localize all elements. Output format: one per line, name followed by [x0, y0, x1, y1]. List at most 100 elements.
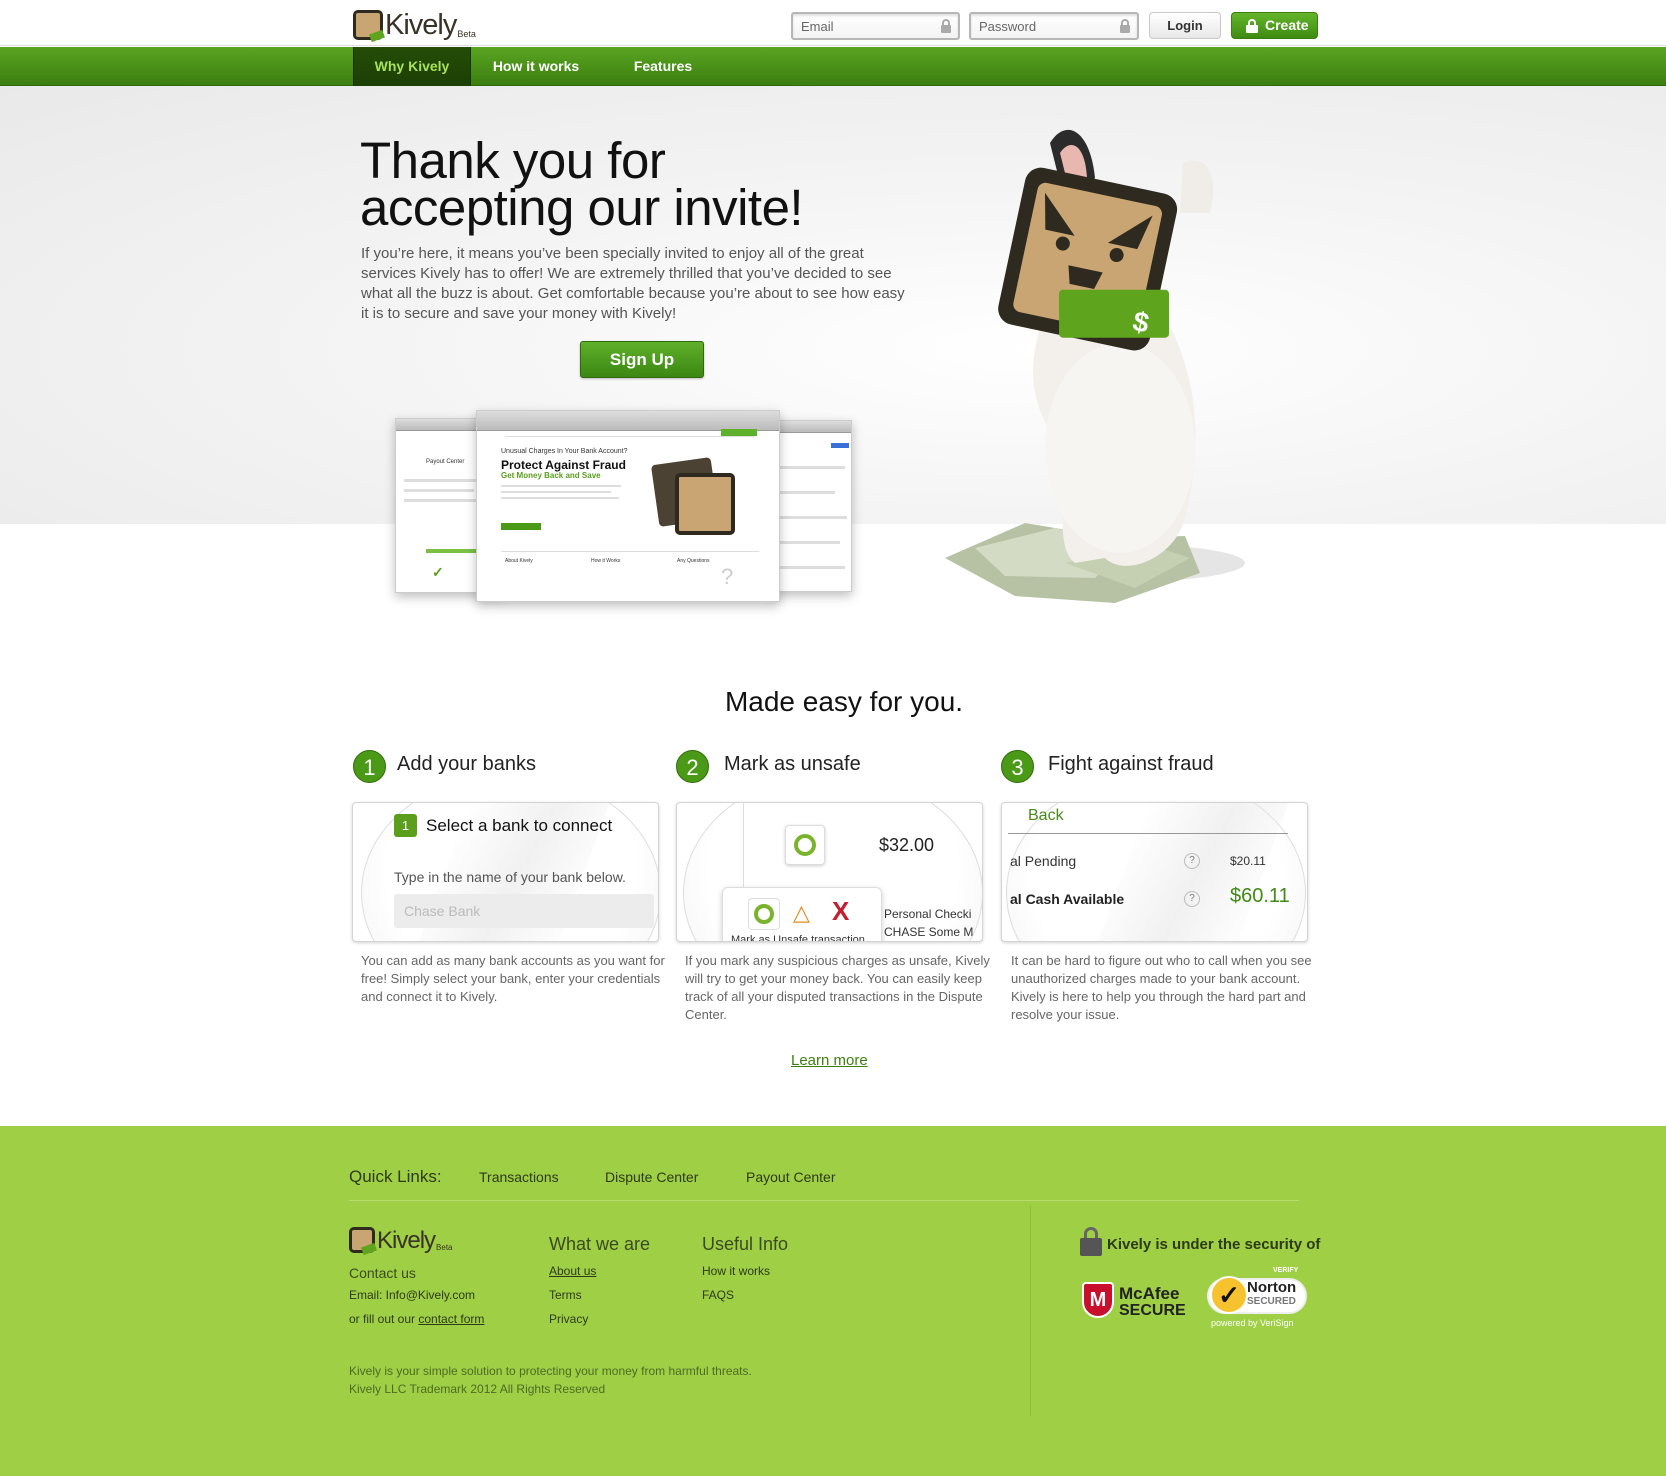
mcafee-shield-icon: M [1082, 1282, 1114, 1318]
bank-search-input[interactable]: Chase Bank [394, 894, 654, 928]
mock-line [775, 491, 835, 494]
quick-link-dispute-center[interactable]: Dispute Center [605, 1169, 698, 1185]
x-icon[interactable]: X [832, 898, 849, 924]
mock-line [775, 516, 847, 519]
nav-features[interactable]: Features [600, 47, 726, 86]
cash-available-value: $60.11 [1230, 885, 1290, 907]
help-icon[interactable]: ? [1184, 853, 1200, 869]
password-placeholder: Password [979, 19, 1037, 34]
step-1-card: 1 Select a bank to connect Type in the n… [352, 802, 659, 942]
mcafee-line1: McAfee [1119, 1284, 1180, 1303]
mock-nav-line [505, 436, 755, 437]
norton-line1: Norton [1247, 1279, 1297, 1296]
lock-icon [1246, 19, 1258, 33]
what-we-are-heading: What we are [549, 1234, 651, 1254]
password-field[interactable]: Password [969, 12, 1139, 40]
kively-briefcase-icon [675, 473, 735, 535]
step-3-number: 3 [1001, 750, 1034, 783]
nav-why-kively[interactable]: Why Kively [353, 47, 471, 86]
sign-up-button[interactable]: Sign Up [580, 341, 704, 378]
cash-available-label: al Cash Available [1010, 891, 1125, 907]
back-link[interactable]: Back [1028, 807, 1064, 825]
step-2-description: If you mark any suspicious charges as un… [685, 953, 990, 1022]
step-3-card: Back al Pending ? $20.11 al Cash Availab… [1001, 802, 1308, 942]
create-button[interactable]: Create [1231, 12, 1318, 39]
footer-vertical-divider [1030, 1206, 1031, 1416]
lock-icon [1120, 19, 1130, 33]
terms-link[interactable]: Terms [549, 1288, 582, 1302]
section-heading: Made easy for you. [724, 686, 964, 717]
mock-box2: How it Works [591, 558, 621, 564]
mark-popup: △ X Mark as Unsafe transaction [722, 887, 882, 942]
pending-value: $20.11 [1230, 854, 1266, 868]
card-hint: Type in the name of your bank below. [394, 869, 626, 885]
account-detail: CHASE Some M [884, 925, 974, 939]
contact-heading: Contact us [349, 1265, 416, 1281]
mock-payout-center: Payout Center [426, 459, 465, 465]
mock-cta [501, 523, 541, 530]
step-badge: 1 [394, 814, 417, 837]
quick-link-transactions[interactable]: Transactions [479, 1169, 559, 1185]
kively-logo[interactable]: Kively Beta [353, 10, 476, 40]
mock-line [775, 466, 845, 469]
mock-headline: Unusual Charges In Your Bank Account? [501, 448, 628, 455]
mcafee-secure-badge[interactable]: M McAfee SECURE [1080, 1280, 1186, 1324]
email-placeholder: Email [801, 19, 834, 34]
hero-title-line1: Thank you for [360, 132, 666, 189]
header-divider [1008, 833, 1288, 834]
useful-info-heading: Useful Info [702, 1234, 789, 1254]
safe-option[interactable] [748, 898, 780, 930]
footer-divider [349, 1200, 1299, 1201]
card-title: Select a bank to connect [426, 816, 613, 835]
help-icon[interactable]: ? [1184, 891, 1200, 907]
step-2-card: $32.00 △ X Mark as Unsafe transaction Pe… [676, 802, 983, 942]
nav-how-it-works[interactable]: How it works [476, 47, 596, 86]
top-bar: Kively Beta Email Password Login Create [0, 0, 1666, 46]
privacy-link[interactable]: Privacy [549, 1312, 588, 1326]
footer-tagline: Kively is your simple solution to protec… [349, 1364, 752, 1378]
popup-text: Mark as Unsafe transaction [731, 934, 865, 942]
mock-create-button [721, 429, 757, 436]
step-3-title: Fight against fraud [1048, 753, 1214, 775]
lock-icon [941, 19, 951, 33]
contact-form-line: or fill out our contact form [349, 1312, 484, 1326]
mock-line [404, 489, 474, 492]
contact-prefix: or fill out our [349, 1312, 416, 1326]
learn-more-link[interactable]: Learn more [791, 1052, 868, 1069]
footer-logo-beta: Beta [436, 1243, 453, 1252]
norton-secured-badge[interactable]: VERIFY ✓ Norton SECURED powered by VeriS… [1205, 1264, 1315, 1330]
check-icon: ✓ [432, 564, 444, 580]
circle-icon [754, 904, 774, 924]
how-it-works-link[interactable]: How it works [702, 1264, 770, 1278]
create-label: Create [1265, 17, 1309, 33]
contact-email[interactable]: Email: Info@Kively.com [349, 1288, 475, 1302]
quick-link-payout-center[interactable]: Payout Center [746, 1169, 836, 1185]
mock-line [775, 566, 845, 569]
step-2-number: 2 [676, 750, 709, 783]
circle-icon [794, 834, 816, 856]
screenshot-right [770, 420, 852, 592]
mock-subtitle: Get Money Back and Save [501, 471, 601, 480]
contact-form-link[interactable]: contact form [418, 1312, 484, 1326]
kively-dog-face-icon: $ [998, 167, 1178, 351]
page: Kively Beta Email Password Login Create … [0, 0, 1666, 1476]
hero-intro: If you’re here, it means you’ve been spe… [361, 245, 905, 322]
mock-info-row: About Kively How it Works Any Questions … [501, 551, 759, 591]
step-1-description: You can add as many bank accounts as you… [361, 953, 665, 1004]
transaction-amount: $32.00 [879, 835, 935, 855]
pending-label: al Pending [1010, 853, 1077, 869]
footer-copyright: Kively LLC Trademark 2012 All Rights Res… [349, 1382, 606, 1396]
question-icon: ? [721, 564, 734, 589]
safe-toggle[interactable] [785, 825, 825, 865]
browser-bar [771, 421, 851, 433]
logo-text: Kively [385, 9, 457, 41]
email-field[interactable]: Email [791, 12, 960, 40]
faqs-link[interactable]: FAQS [702, 1288, 734, 1302]
triangle-icon[interactable]: △ [793, 902, 810, 924]
norton-line2: SECURED [1247, 1296, 1296, 1307]
footer-logo[interactable]: Kively Beta [349, 1227, 453, 1253]
dog-mascot-illustration: $ [945, 129, 1245, 603]
about-us-link[interactable]: About us [549, 1264, 596, 1278]
login-button[interactable]: Login [1149, 12, 1221, 39]
mock-box1: About Kively [505, 558, 533, 564]
